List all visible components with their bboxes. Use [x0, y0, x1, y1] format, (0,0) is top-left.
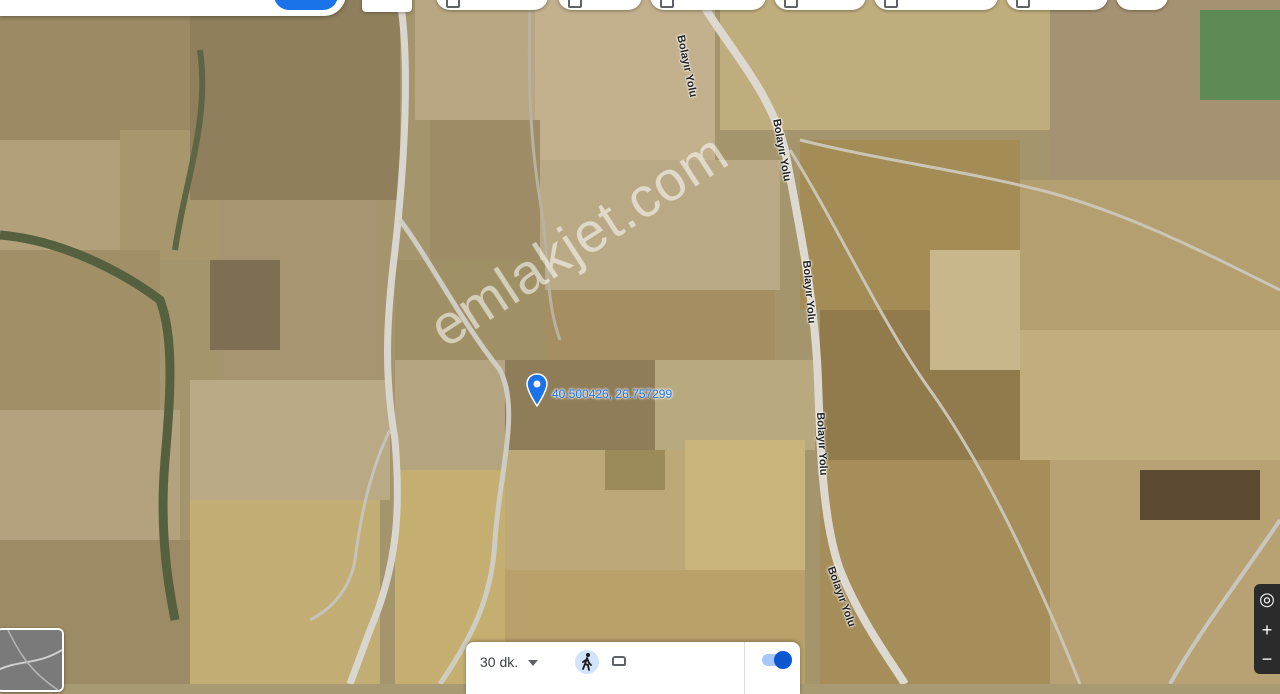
layer-toggle[interactable] [762, 651, 792, 669]
zoom-out-icon[interactable]: − [1254, 646, 1280, 672]
filter-chip[interactable] [1006, 0, 1108, 10]
chip-icon [884, 0, 898, 8]
chip-icon [1016, 0, 1030, 8]
chip-icon [660, 0, 674, 8]
layer-thumbnail[interactable] [0, 628, 64, 692]
filter-chip[interactable] [650, 0, 766, 10]
search-button[interactable] [274, 0, 338, 10]
chip-icon [568, 0, 582, 8]
pin-coordinates: 40.500426, 26.757299 [552, 387, 673, 401]
filter-chip[interactable] [558, 0, 642, 10]
filter-chip[interactable] [774, 0, 866, 10]
layers-button[interactable] [362, 0, 412, 12]
filter-chip[interactable] [874, 0, 998, 10]
locate-icon[interactable]: ◎ [1254, 586, 1280, 612]
chip-icon [446, 0, 460, 8]
travel-time-select[interactable]: 30 dk. [480, 654, 518, 670]
chip-icon [784, 0, 798, 8]
walk-icon[interactable] [575, 650, 599, 674]
satellite-map[interactable] [0, 0, 1280, 684]
zoom-in-icon[interactable]: + [1254, 617, 1280, 643]
more-chip[interactable] [1116, 0, 1168, 10]
filter-chip[interactable] [436, 0, 548, 10]
car-icon[interactable] [612, 656, 626, 666]
chevron-down-icon[interactable] [528, 660, 538, 666]
layer-thumbnail-icon [0, 630, 62, 690]
location-pin-icon[interactable] [526, 373, 548, 407]
search-bar[interactable] [0, 0, 346, 16]
map-controls: ◎ + − [1254, 584, 1280, 674]
divider [744, 642, 745, 694]
travel-time-panel: 30 dk. [466, 642, 800, 694]
